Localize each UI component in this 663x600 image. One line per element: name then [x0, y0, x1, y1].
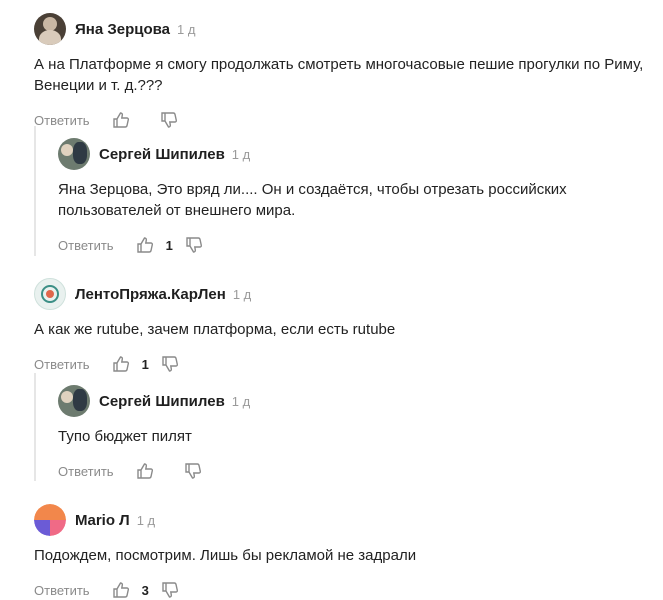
comment: Яна Зерцова 1 д А на Платформе я смогу п…: [34, 13, 644, 130]
thread-line: [34, 126, 36, 256]
like-count: 3: [141, 582, 149, 598]
avatar[interactable]: [34, 278, 66, 310]
comment-text: А как же rutube, зачем платформа, если е…: [34, 321, 396, 338]
comment-header: Сергей Шипилев 1 д: [58, 138, 644, 170]
comment-time: 1 д: [177, 21, 196, 37]
comment-header: Яна Зерцова 1 д: [34, 13, 644, 45]
comment-text: Подождем, посмотрим. Лишь бы рекламой не…: [34, 547, 417, 564]
thumb-up-icon[interactable]: [112, 355, 130, 373]
thumb-down-icon[interactable]: [160, 111, 178, 129]
thumb-up-icon[interactable]: [136, 462, 154, 480]
comment-text: Тупо бюджет пилят: [58, 428, 192, 445]
thumb-up-icon[interactable]: [136, 236, 154, 254]
thumb-down-icon[interactable]: [161, 581, 179, 599]
thumb-down-icon[interactable]: [161, 355, 179, 373]
comment-text: А на Платформе я смогу продолжать смотре…: [34, 56, 644, 94]
comment-actions: Ответить: [34, 110, 644, 130]
comment-actions: Ответить 1: [34, 354, 644, 374]
comment: ЛентоПряжа.КарЛен 1 д А как же rutube, з…: [34, 278, 644, 374]
comment-reply: Сергей Шипилев 1 д Тупо бюджет пилят Отв…: [58, 385, 644, 481]
comment-time: 1 д: [232, 286, 252, 302]
like-count: 1: [141, 356, 149, 372]
author-name[interactable]: Mario Л: [75, 512, 130, 529]
comment-actions: Ответить 1: [58, 235, 644, 255]
comment-time: 1 д: [136, 512, 156, 528]
reply-button[interactable]: Ответить: [58, 238, 114, 253]
comment-text: Яна Зерцова, Это вряд ли.... Он и создаё…: [58, 181, 567, 219]
comments-feed: Яна Зерцова 1 д А на Платформе я смогу п…: [0, 0, 663, 598]
thumb-up-icon[interactable]: [112, 111, 130, 129]
comment-header: ЛентоПряжа.КарЛен 1 д: [34, 278, 644, 310]
thumb-up-icon[interactable]: [112, 581, 130, 599]
author-name[interactable]: Сергей Шипилев: [99, 393, 225, 410]
reply-button[interactable]: Ответить: [58, 464, 114, 479]
reply-button[interactable]: Ответить: [34, 357, 90, 372]
author-name[interactable]: Яна Зерцова: [75, 21, 170, 38]
comment-reply: Сергей Шипилев 1 д Яна Зерцова, Это вряд…: [58, 138, 644, 255]
reply-button[interactable]: Ответить: [34, 583, 90, 598]
author-name[interactable]: ЛентоПряжа.КарЛен: [75, 286, 226, 303]
comment-actions: Ответить 3: [34, 580, 644, 600]
thumb-down-icon[interactable]: [185, 236, 203, 254]
avatar[interactable]: [58, 138, 90, 170]
avatar[interactable]: [58, 385, 90, 417]
comment-time: 1 д: [231, 393, 251, 409]
reply-button[interactable]: Ответить: [34, 113, 90, 128]
comment-time: 1 д: [231, 146, 251, 162]
comment-header: Сергей Шипилев 1 д: [58, 385, 644, 417]
like-count: 1: [165, 237, 173, 253]
comment-actions: Ответить: [58, 461, 644, 481]
comment: Mario Л 1 д Подождем, посмотрим. Лишь бы…: [34, 504, 644, 600]
author-name[interactable]: Сергей Шипилев: [99, 146, 225, 163]
thread-line: [34, 373, 36, 481]
avatar[interactable]: [34, 13, 66, 45]
thumb-down-icon[interactable]: [184, 462, 202, 480]
avatar[interactable]: [34, 504, 66, 536]
comment-header: Mario Л 1 д: [34, 504, 644, 536]
